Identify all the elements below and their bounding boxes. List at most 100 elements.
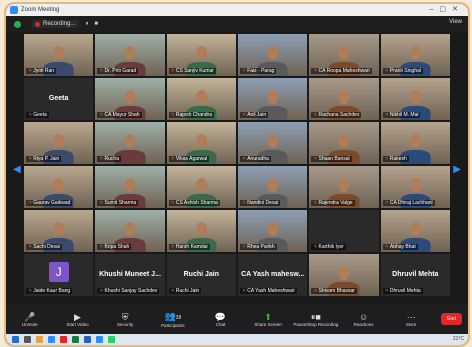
participant-tile[interactable]: ✕Anil Jain xyxy=(238,78,308,120)
chat-button[interactable]: 💬 Chat xyxy=(197,312,245,327)
participant-tile[interactable]: ✕Rachana Sachdev xyxy=(309,78,379,120)
share-screen-button[interactable]: ⬆ Share Screen xyxy=(244,312,292,327)
participant-tile[interactable]: CA Yash mahesw... ✕CA Yash Maheshwari xyxy=(238,254,308,296)
unmute-button[interactable]: 🎤 Unmute xyxy=(6,312,54,327)
participant-tile[interactable]: ✕Anuradha xyxy=(238,122,308,164)
participant-name: Pranit Singhal xyxy=(389,68,421,74)
file-explorer-icon[interactable] xyxy=(36,336,43,343)
camera-off-icon: ▶ xyxy=(74,311,81,322)
participant-tile[interactable]: ✕Jyoti Ran xyxy=(24,34,94,76)
participant-name-label: ✕Nikhil M. Mal xyxy=(382,112,421,118)
start-video-button[interactable]: ▶ Start Video xyxy=(54,312,102,327)
participant-name-label: ✕Pranit Singhal xyxy=(382,68,423,74)
participant-tile[interactable]: ✕Nikhil M. Mal xyxy=(380,78,450,120)
participant-tile[interactable]: ✕CA Mayur Shah xyxy=(95,78,165,120)
participant-tile[interactable]: ✕Shivam Bhavsar xyxy=(309,254,379,296)
participant-tile[interactable]: ✕Karthik Iyer xyxy=(309,210,379,252)
participant-tile[interactable]: Geeta ✕Geeta xyxy=(24,78,94,120)
participant-name-label: ✕Rhea Parikh xyxy=(240,244,277,250)
participant-name: Sumit Sharma xyxy=(104,200,137,206)
participant-tile[interactable]: ✕Shaan Bansal xyxy=(309,122,379,164)
shield-icon[interactable] xyxy=(14,20,21,28)
participant-tile[interactable]: Ruchi Jain ✕Ruchi Jain xyxy=(166,254,236,296)
mic-muted-icon: ✕ xyxy=(313,244,318,250)
chrome-browser-icon[interactable] xyxy=(60,336,67,343)
ellipsis-icon: ··· xyxy=(406,311,416,322)
end-meeting-button[interactable]: End xyxy=(441,313,462,325)
participant-name-label: ✕Dhruvil Mehta xyxy=(382,288,423,294)
reactions-button[interactable]: ☺ Reactions xyxy=(340,312,388,327)
participant-name-label: ✕Kripa Shah xyxy=(97,244,132,250)
recording-controls-icon: ⏸■ xyxy=(310,311,321,322)
mic-muted-icon: ✕ xyxy=(170,68,175,74)
mic-muted-icon: ✕ xyxy=(313,156,318,162)
participant-name-label: ✕Shivam Bhavsar xyxy=(311,288,357,294)
whatsapp-icon[interactable] xyxy=(108,336,115,343)
more-button[interactable]: ··· More xyxy=(387,312,435,327)
pause-stop-recording-button[interactable]: ⏸■ Pause/Stop Recording xyxy=(292,312,340,327)
participant-name-label: ✕Karthik Iyer xyxy=(311,244,346,250)
search-icon[interactable] xyxy=(24,336,31,343)
zoom-window: Zoom Meeting –▢✕ Recording... ⏸ ■ View ◀… xyxy=(4,2,470,347)
view-button[interactable]: View xyxy=(449,19,462,25)
participants-button[interactable]: 👥38 Participants xyxy=(149,311,197,328)
participant-tile[interactable]: ✕Abhay Bhat xyxy=(380,210,450,252)
stop-recording-icon[interactable]: ■ xyxy=(94,21,98,27)
participant-name-label: ✕Rachana Sachdev xyxy=(311,112,362,118)
participant-name: Rajesh Chandra xyxy=(175,112,212,118)
participant-tile[interactable]: ✕Rakesh xyxy=(380,122,450,164)
participant-name-label: ✕CA Yash Maheshwari xyxy=(240,288,297,294)
participant-tile[interactable]: ✕Rajesh Chandra xyxy=(166,78,236,120)
participant-name: Rhea Parikh xyxy=(247,244,275,250)
participant-tile[interactable]: Khushi Muneet J... ✕Khushi Sanjay Sachdev xyxy=(95,254,165,296)
edge-browser-icon[interactable] xyxy=(48,336,55,343)
pause-recording-icon[interactable]: ⏸ xyxy=(85,21,88,28)
participant-tile[interactable]: ✕Sumit Sharma xyxy=(95,166,165,208)
participant-tile[interactable]: ✕Dr. Priti Garad xyxy=(95,34,165,76)
mic-muted-icon: ✕ xyxy=(242,156,247,162)
mic-muted-icon: ✕ xyxy=(99,200,104,206)
participant-tile[interactable]: ✕Riya P. Jain xyxy=(24,122,94,164)
mic-muted-icon: ✕ xyxy=(384,244,389,250)
prev-page-arrow-icon[interactable]: ◀ xyxy=(13,164,21,175)
participant-tile[interactable]: ✕Kripa Shah xyxy=(95,210,165,252)
participant-tile[interactable]: ✕Vikas Agarwal xyxy=(166,122,236,164)
participant-name-label: ✕Geeta xyxy=(26,112,49,118)
mic-muted-icon: ✕ xyxy=(384,288,389,294)
zoom-taskbar-icon[interactable] xyxy=(96,336,103,343)
participant-name: Nikhil M. Mal xyxy=(389,112,419,118)
participant-name-label: ✕Rakesh xyxy=(382,156,409,162)
participant-name: Nandini Desai xyxy=(247,200,279,206)
participant-tile[interactable]: ✕Pranit Singhal xyxy=(380,34,450,76)
mic-muted-icon: ✕ xyxy=(384,112,389,118)
window-title: Zoom Meeting xyxy=(21,7,60,13)
participant-tile[interactable]: ✕Nandini Desai xyxy=(238,166,308,208)
participant-name: Vikas Agarwal xyxy=(175,156,208,162)
security-button[interactable]: ⛨ Security xyxy=(101,312,149,327)
participant-tile[interactable]: J ✕Jaide Kaur Bang xyxy=(24,254,94,296)
excel-icon[interactable] xyxy=(72,336,79,343)
participant-name: Harsh Kamdar xyxy=(175,244,209,250)
participant-tile[interactable]: ✕Faiz - Parag xyxy=(238,34,308,76)
participant-tile[interactable]: ✕CA Roopa Maheshwari xyxy=(309,34,379,76)
next-page-arrow-icon[interactable]: ▶ xyxy=(453,164,461,175)
participant-tile[interactable]: ✕Gaurav Gaikwad xyxy=(24,166,94,208)
mic-muted-icon: ✕ xyxy=(28,200,33,206)
participant-tile[interactable]: ✕CS Ashish Sharma xyxy=(166,166,236,208)
participant-name-label: ✕Riya P. Jain xyxy=(26,156,62,162)
participant-tile[interactable]: ✕CS Sanjiv Kumar xyxy=(166,34,236,76)
participant-tile[interactable]: ✕Harsh Kamdar xyxy=(166,210,236,252)
participant-name: Sachi Desai xyxy=(33,244,60,250)
participant-tile[interactable]: ✕Rucha xyxy=(95,122,165,164)
participant-name-label: ✕Anuradha xyxy=(240,156,271,162)
participant-tile[interactable]: ✕Rajendra Valge xyxy=(309,166,379,208)
participant-tile[interactable]: ✕Sachi Desai xyxy=(24,210,94,252)
participant-tile[interactable]: Dhruvil Mehta ✕Dhruvil Mehta xyxy=(380,254,450,296)
participant-name-label: ✕Harsh Kamdar xyxy=(168,244,211,250)
participant-tile[interactable]: ✕CA Dhiraj Lachhani xyxy=(380,166,450,208)
windows-start-icon[interactable] xyxy=(12,336,19,343)
participant-name: CA Dhiraj Lachhani xyxy=(389,200,433,206)
window-controls[interactable]: –▢✕ xyxy=(430,5,464,13)
participant-tile[interactable]: ✕Rhea Parikh xyxy=(238,210,308,252)
word-icon[interactable] xyxy=(84,336,91,343)
